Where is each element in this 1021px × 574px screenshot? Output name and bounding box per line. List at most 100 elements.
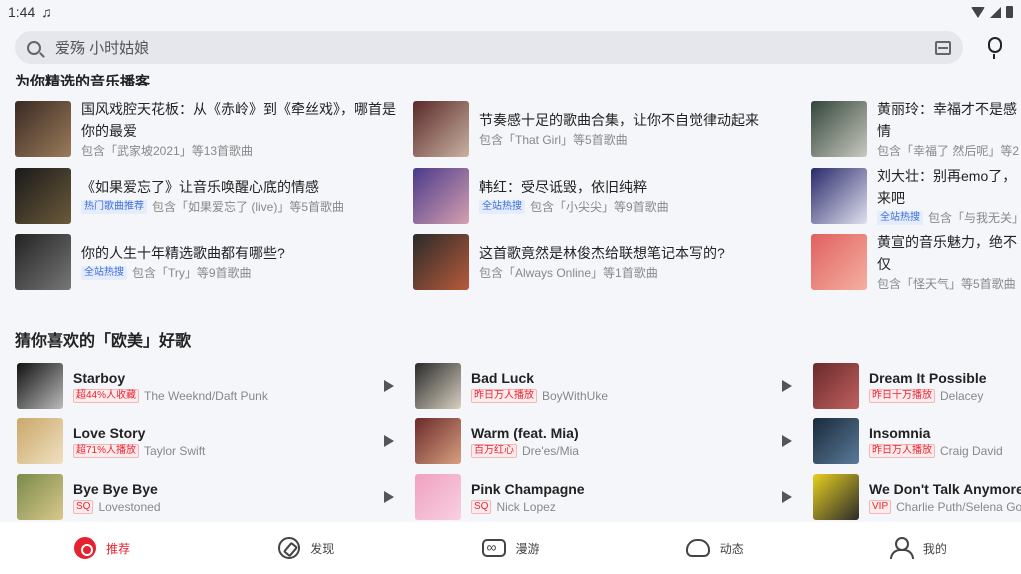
song-cover	[17, 474, 63, 520]
play-icon[interactable]	[782, 435, 792, 447]
podcast-desc: 包含「Try」等9首歌曲	[132, 266, 252, 280]
song-artist: Charlie Puth/Selena Gomez	[896, 500, 1021, 514]
play-icon[interactable]	[384, 435, 394, 447]
song-row[interactable]: Starboy 超44%人收藏 The Weeknd/Daft Punk	[17, 362, 268, 410]
podcast-item[interactable]: 黄丽玲：幸福才不是感情 包含「幸福了 然后呢」等2	[811, 101, 1021, 160]
nav-label: 动态	[719, 541, 744, 556]
song-row[interactable]: We Don't Talk Anymore VIP Charlie Puth/Sel…	[813, 473, 1021, 521]
podcast-title: 这首歌竟然是林俊杰给联想笔记本写的?	[479, 245, 725, 261]
nav-item-recommend[interactable]: 推荐	[0, 522, 204, 574]
podcast-cover	[15, 168, 71, 224]
podcast-item[interactable]: 《如果爱忘了》让音乐唤醒心底的情感 热门歌曲推荐 包含「如果爱忘了 (live)」等…	[15, 168, 401, 224]
podcast-item[interactable]: 黄宣的音乐魅力，绝不仅 包含「怪天气」等5首歌曲	[811, 234, 1021, 293]
podcast-item[interactable]: 这首歌竟然是林俊杰给联想笔记本写的? 包含「Always Online」等1首歌曲	[413, 234, 799, 290]
song-tag: SQ	[471, 500, 492, 514]
podcast-cover	[15, 234, 71, 290]
podcast-subtitle: 全站热搜 包含「Try」等9首歌曲	[81, 264, 401, 282]
song-name: Insomnia	[869, 425, 931, 441]
song-tag: SQ	[73, 500, 94, 514]
podcast-cover	[413, 101, 469, 157]
song-meta: 百万红心 Dre'es/Mia	[471, 443, 579, 459]
song-name: We Don't Talk Anymore	[869, 481, 1021, 497]
song-row[interactable]: Love Story 超71%人播放 Taylor Swift	[17, 417, 205, 465]
song-name: Starboy	[73, 370, 126, 386]
scan-icon[interactable]	[935, 40, 951, 55]
section-title-songs[interactable]: 猜你喜欢的「欧美」好歌	[15, 327, 191, 351]
podcast-title: 国风戏腔天花板：从《赤岭》到《牵丝戏》，哪首是你的最爱	[81, 101, 396, 139]
song-artist: Dre'es/Mia	[522, 444, 579, 458]
podcast-subtitle: 包含「幸福了 然后呢」等2	[877, 142, 1021, 160]
song-cover	[813, 418, 859, 464]
song-name: Bye Bye Bye	[73, 481, 158, 497]
song-cover	[415, 418, 461, 464]
podcast-desc: 包含「与我无关」等	[928, 211, 1021, 225]
search-input[interactable]: 爱殇 小时姑娘	[55, 37, 149, 58]
podcast-subtitle: 包含「怪天气」等5首歌曲	[877, 275, 1021, 293]
song-meta: VIP Charlie Puth/Selena Gomez	[869, 499, 1021, 515]
song-artist: Nick Lopez	[496, 500, 556, 514]
play-icon[interactable]	[782, 380, 792, 392]
song-row[interactable]: Insomnia 昨日万人播放 Craig David	[813, 417, 1003, 465]
bottom-nav: 推荐 发现 漫游 动态 我的	[0, 522, 1021, 574]
song-tag: VIP	[869, 500, 892, 514]
podcast-cover	[811, 234, 867, 290]
song-row[interactable]: Bye Bye Bye SQ Lovestoned	[17, 473, 161, 521]
search-icon	[27, 40, 41, 55]
podcast-item[interactable]: 韩红：受尽诋毁，依旧纯粹 全站热搜 包含「小尖尖」等9首歌曲	[413, 168, 799, 224]
song-row[interactable]: Bad Luck 昨日万人播放 BoyWithUke	[415, 362, 608, 410]
song-name: Warm (feat. Mia)	[471, 425, 579, 441]
clock: 1:44	[8, 4, 36, 20]
song-cover	[813, 363, 859, 409]
microphone-icon[interactable]	[988, 37, 1002, 59]
podcast-cover	[811, 101, 867, 157]
song-artist: Delacey	[940, 389, 984, 403]
nav-label: 发现	[310, 541, 335, 556]
song-meta: 超44%人收藏 The Weeknd/Daft Punk	[73, 388, 268, 404]
podcast-item[interactable]: 刘大壮：别再emo了，来吧全站热搜包含「与我无关」等	[811, 168, 1021, 227]
podcast-item[interactable]: 节奏感十足的歌曲合集，让你不自觉律动起来 包含「That Girl」等5首歌曲	[413, 101, 799, 157]
section-title-podcasts: 为你精选的音乐播客	[15, 74, 151, 86]
podcast-subtitle: 全站热搜包含「与我无关」等	[877, 209, 1021, 227]
wifi-icon	[971, 6, 985, 18]
play-icon[interactable]	[384, 380, 394, 392]
podcast-title: 韩红：受尽诋毁，依旧纯粹	[479, 179, 647, 195]
podcast-item[interactable]: 你的人生十年精选歌曲都有哪些? 全站热搜 包含「Try」等9首歌曲	[15, 234, 401, 290]
song-cover	[17, 363, 63, 409]
song-meta: SQ Lovestoned	[73, 499, 161, 515]
song-tag: 百万红心	[471, 444, 517, 458]
music-icon: ♫	[41, 4, 52, 20]
podcast-subtitle: 包含「武家坡2021」等13首歌曲	[81, 142, 401, 160]
podcast-cover	[413, 234, 469, 290]
nav-item-mine[interactable]: 我的	[817, 522, 1021, 574]
song-tag: 昨日万人播放	[869, 444, 935, 458]
podcast-cover	[15, 101, 71, 157]
podcast-cover	[811, 168, 867, 224]
play-icon[interactable]	[384, 491, 394, 503]
song-row[interactable]: Warm (feat. Mia) 百万红心 Dre'es/Mia	[415, 417, 579, 465]
song-artist: Craig David	[940, 444, 1003, 458]
song-row[interactable]: Dream It Possible 昨日十万播放 Delacey	[813, 362, 987, 410]
signal-icon	[990, 6, 1001, 18]
song-name: Bad Luck	[471, 370, 535, 386]
song-tag: 超71%人播放	[73, 444, 140, 458]
search-bar[interactable]: 爱殇 小时姑娘	[15, 31, 963, 64]
nav-item-feed[interactable]: 动态	[613, 522, 817, 574]
podcast-tag: 热门歌曲推荐	[81, 200, 147, 214]
song-tag: 昨日十万播放	[869, 389, 935, 403]
cloud-icon	[685, 539, 710, 557]
song-cover	[415, 474, 461, 520]
podcast-title: 《如果爱忘了》让音乐唤醒心底的情感	[81, 179, 319, 195]
nav-item-discover[interactable]: 发现	[204, 522, 408, 574]
netease-icon	[74, 537, 97, 559]
nav-label: 漫游	[515, 541, 540, 556]
play-icon[interactable]	[782, 491, 792, 503]
app-root: 1:44 ♫ 爱殇 小时姑娘 为你精选的音乐播客 国风戏腔天花板：从《赤岭》到《…	[0, 0, 1021, 574]
podcast-cover	[413, 168, 469, 224]
podcast-item[interactable]: 国风戏腔天花板：从《赤岭》到《牵丝戏》，哪首是你的最爱包含「武家坡2021」等1…	[15, 101, 401, 160]
nav-item-roam[interactable]: 漫游	[408, 522, 612, 574]
nav-label: 推荐	[106, 541, 131, 556]
podcast-title: 刘大壮：别再emo了，来吧	[877, 168, 1017, 206]
podcast-subtitle: 包含「Always Online」等1首歌曲	[479, 264, 799, 282]
song-row[interactable]: Pink Champagne SQ Nick Lopez	[415, 473, 585, 521]
song-name: Love Story	[73, 425, 146, 441]
